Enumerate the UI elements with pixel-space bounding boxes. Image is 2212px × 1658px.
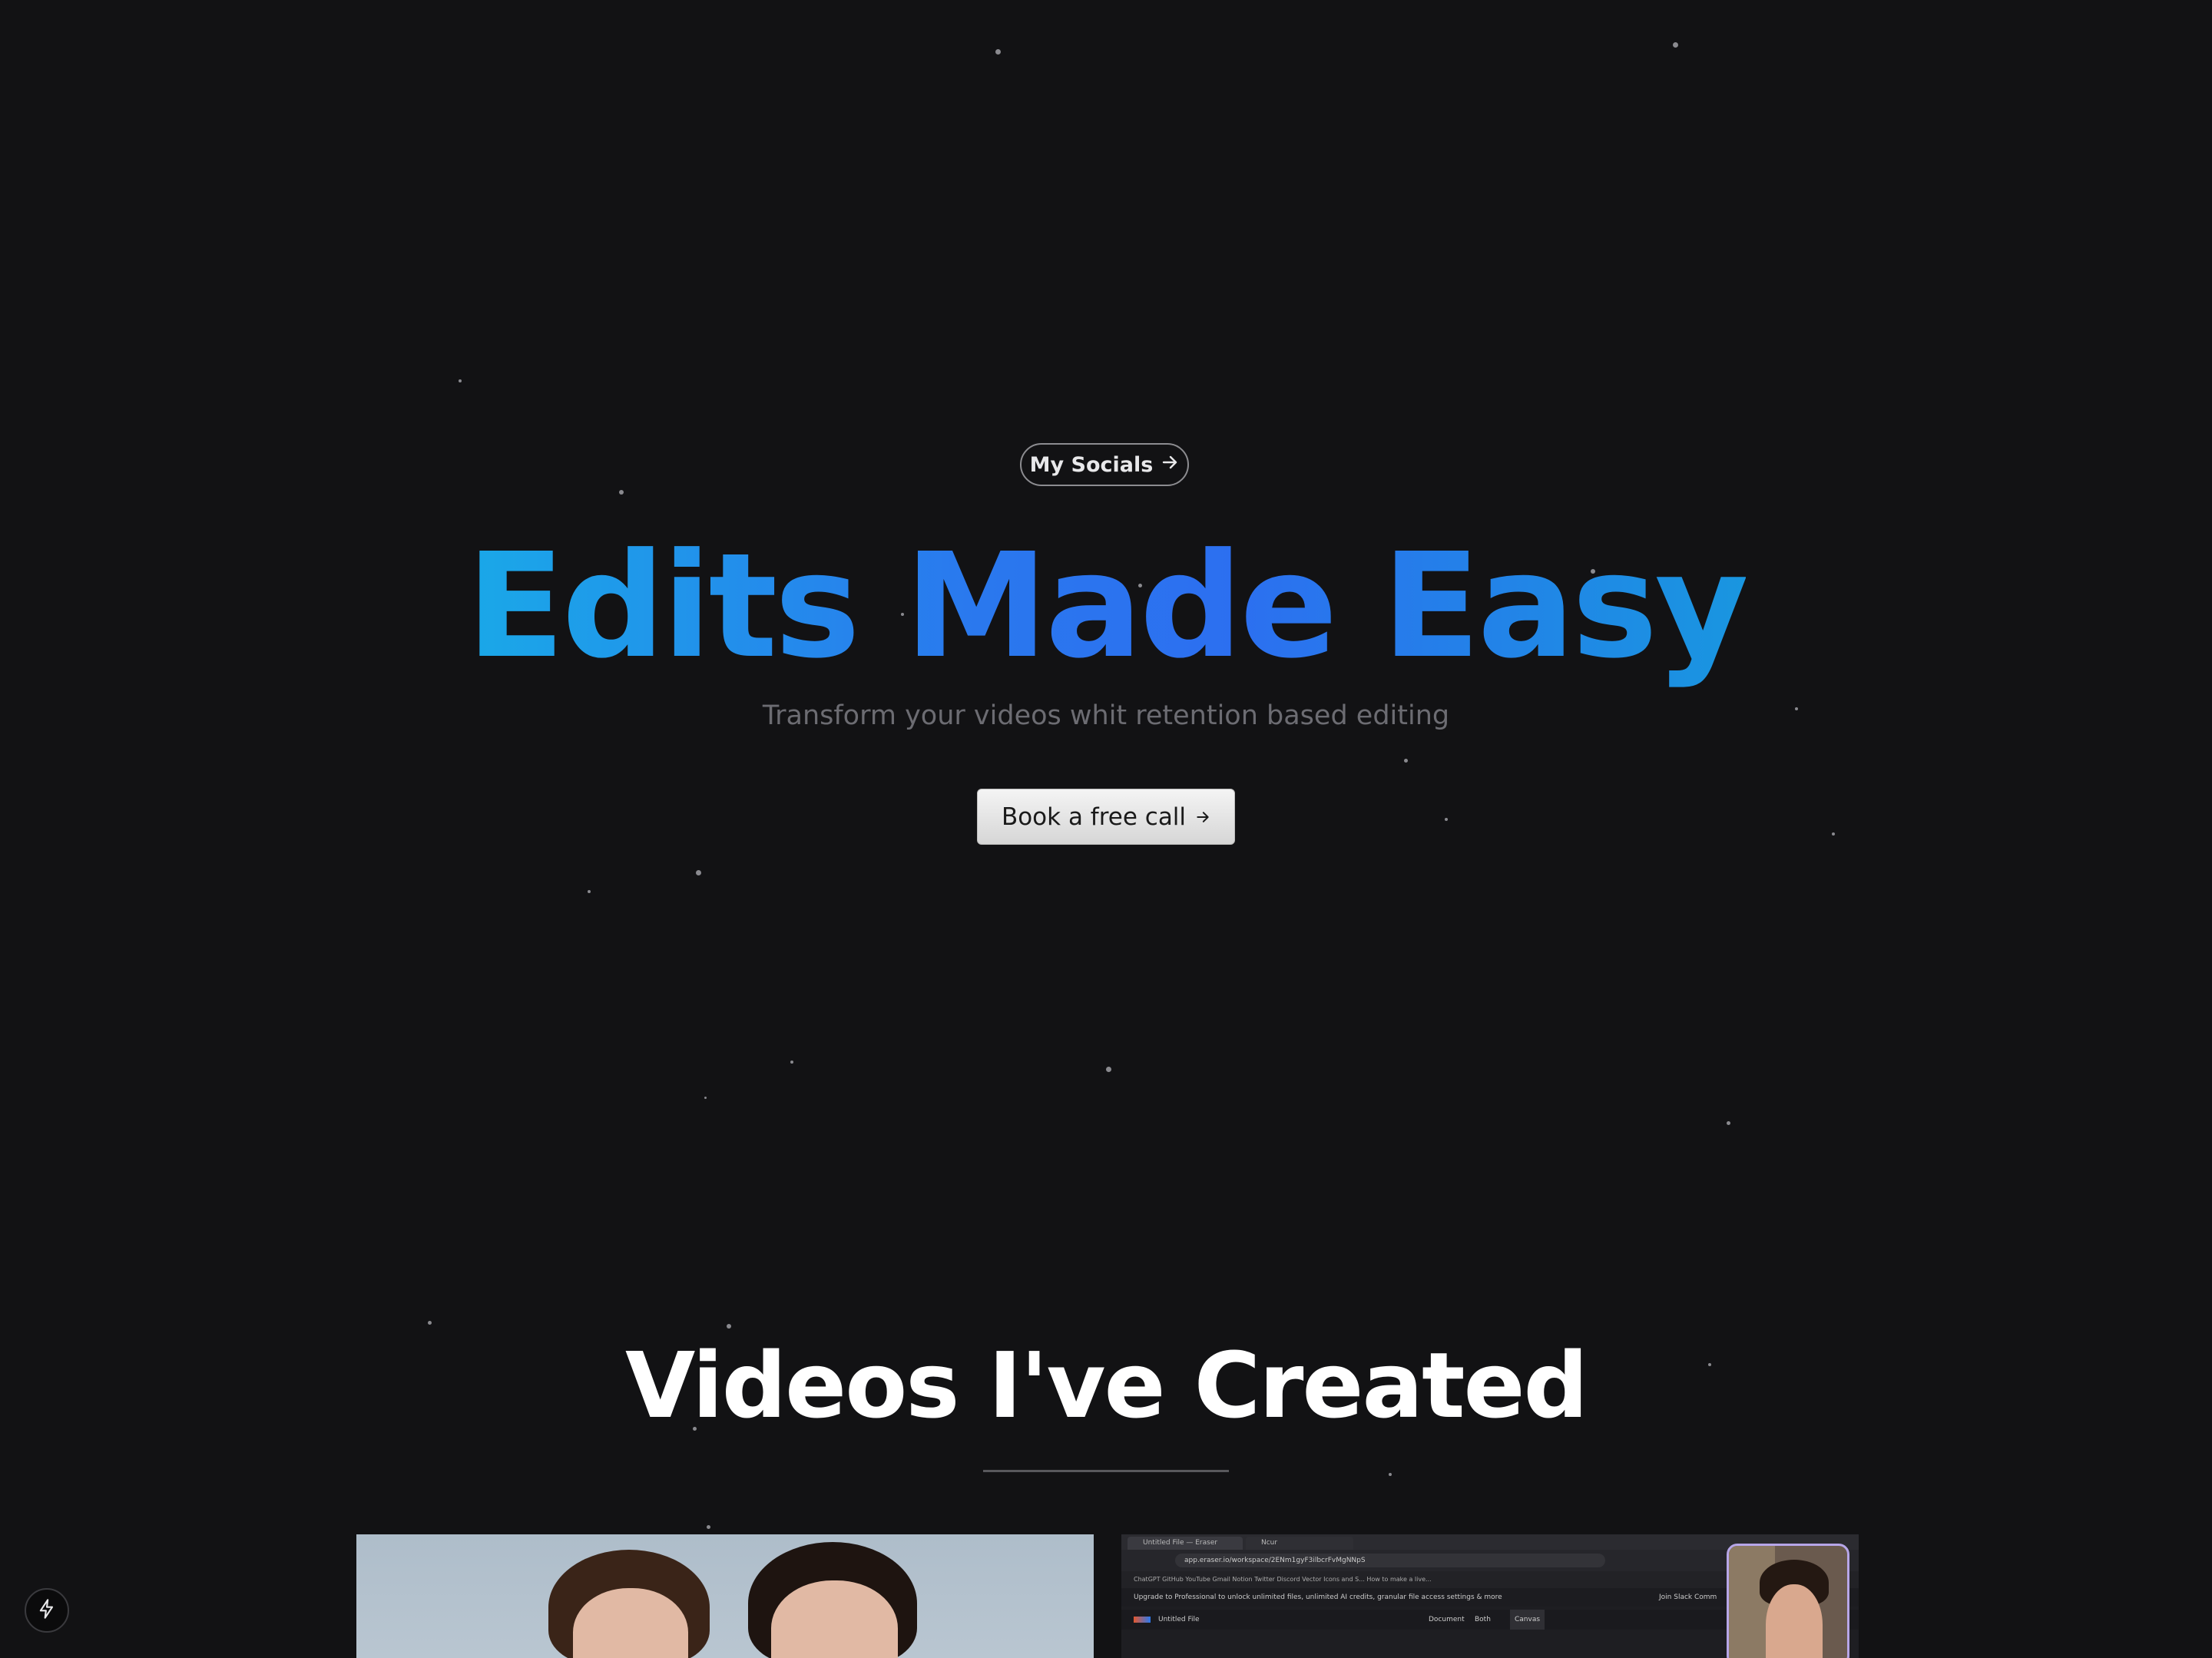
star-dot	[1832, 832, 1835, 836]
star-dot	[588, 890, 591, 893]
star-dot	[704, 1097, 707, 1099]
view-tab-canvas: Canvas	[1510, 1610, 1545, 1630]
upgrade-banner-text: Upgrade to Professional to unlock unlimi…	[1134, 1593, 1502, 1601]
landing-page: My Socials Edits Made Easy Transform you…	[0, 0, 2212, 1658]
hero-title: Edits Made Easy	[466, 522, 1749, 690]
star-dot	[707, 1525, 710, 1529]
star-dot	[696, 870, 701, 875]
book-free-call-label: Book a free call	[1001, 803, 1187, 831]
star-dot	[428, 1321, 432, 1325]
join-slack-label: Join Slack Comm	[1659, 1593, 1717, 1601]
star-dot	[1727, 1121, 1730, 1125]
book-free-call-button[interactable]: Book a free call	[977, 789, 1235, 845]
star-dot	[1106, 1067, 1111, 1072]
star-dot	[790, 1061, 793, 1064]
star-dot	[727, 1324, 731, 1329]
person-face	[1766, 1584, 1823, 1658]
view-tab-both: Both	[1475, 1616, 1491, 1623]
lightning-bolt-icon	[36, 1598, 58, 1623]
browser-tab: Ncur	[1246, 1537, 1353, 1550]
view-tab-document: Document	[1429, 1616, 1465, 1623]
star-dot	[1404, 759, 1408, 763]
lightning-bolt-button[interactable]	[25, 1588, 69, 1633]
browser-tab: Untitled File — Eraser	[1128, 1537, 1243, 1550]
url-field: app.eraser.io/workspace/2ENm1gyF3ilbcrFv…	[1175, 1554, 1605, 1567]
my-socials-label: My Socials	[1029, 452, 1154, 477]
section-divider	[983, 1470, 1229, 1472]
arrow-right-icon	[1161, 453, 1179, 477]
star-dot	[619, 490, 624, 495]
star-dot	[1445, 818, 1448, 821]
my-socials-button[interactable]: My Socials	[1020, 443, 1189, 486]
video-thumbnail-1[interactable]	[356, 1534, 1094, 1658]
star-dot	[995, 49, 1001, 55]
videos-section-title: Videos I've Created	[625, 1332, 1588, 1438]
webcam-overlay	[1727, 1544, 1849, 1658]
file-name: Untitled File	[1158, 1616, 1200, 1623]
video-thumbnail-2[interactable]: Untitled File — Eraser Ncur app.eraser.i…	[1121, 1534, 1859, 1658]
app-logo	[1134, 1617, 1151, 1623]
arrow-right-icon	[1195, 803, 1210, 831]
star-dot	[1673, 42, 1678, 48]
hero-subtitle: Transform your videos whit retention bas…	[762, 700, 1450, 731]
star-dot	[1389, 1473, 1392, 1476]
star-dot	[459, 379, 462, 382]
